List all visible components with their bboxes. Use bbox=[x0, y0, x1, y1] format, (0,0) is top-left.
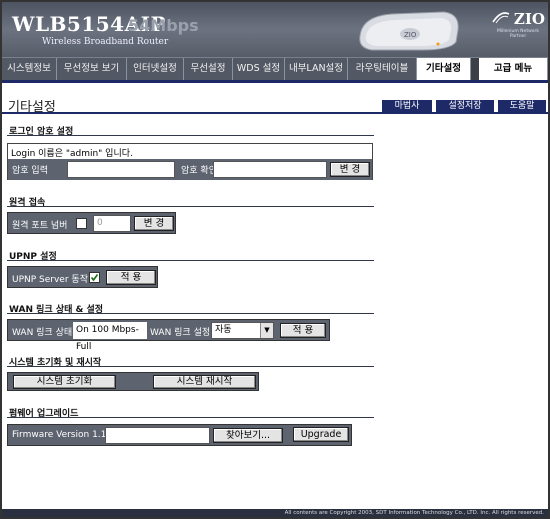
wan-status-value: On 100 Mbps-Full bbox=[73, 322, 147, 352]
section-divider bbox=[7, 260, 374, 261]
checkmark-icon bbox=[90, 274, 99, 282]
wan-setting-value: 자동 bbox=[215, 325, 232, 335]
svg-text:ZIO: ZIO bbox=[404, 31, 417, 39]
login-notice: Login 이름은 "admin" 입니다. bbox=[11, 149, 133, 159]
nav-separator bbox=[471, 58, 479, 80]
login-panel: Login 이름은 "admin" 입니다. 암호 입력 암호 확인 변 경 bbox=[7, 143, 373, 180]
zio-logo: ZIO Millenium Network Partner bbox=[490, 10, 546, 50]
remote-change-button[interactable]: 변 경 bbox=[134, 216, 174, 231]
copyright-footer: All contents are Copyright 2003, SDT Inf… bbox=[2, 509, 548, 517]
brand-subtitle: Wireless Broadband Router bbox=[42, 37, 169, 47]
password-input[interactable] bbox=[67, 161, 175, 178]
upnp-panel: UPNP Server 동작 적 용 bbox=[7, 266, 158, 288]
nav-tab-system-info[interactable]: 시스템정보 bbox=[2, 58, 57, 80]
system-restart-button[interactable]: 시스템 재시작 bbox=[153, 375, 256, 389]
remote-enable-checkbox[interactable] bbox=[76, 218, 87, 229]
zio-logo-text: ZIO bbox=[513, 10, 545, 28]
remote-port-input[interactable]: 0 bbox=[93, 215, 131, 232]
password-label: 암호 입력 bbox=[12, 166, 48, 176]
section-divider bbox=[7, 417, 374, 418]
firmware-panel: Firmware Version 1.16 찾아보기... Upgrade bbox=[7, 424, 352, 446]
wan-setting-label: WAN 링크 설정 bbox=[150, 328, 211, 338]
header-banner: WLB5154AIP 54Mbps Wireless Broadband Rou… bbox=[2, 2, 548, 57]
nav-tab-other-settings[interactable]: 기타설정 bbox=[417, 58, 471, 80]
remote-port-label: 원격 포트 넘버 bbox=[12, 221, 68, 231]
wan-setting-select[interactable]: 자동 ▼ bbox=[211, 322, 274, 339]
section-divider bbox=[7, 313, 374, 314]
wan-apply-button[interactable]: 적 용 bbox=[280, 323, 326, 338]
router-device-image: ZIO bbox=[359, 11, 459, 51]
brand-speed: 54Mbps bbox=[128, 16, 199, 35]
nav-underline bbox=[2, 80, 548, 83]
nav-tab-wireless-info[interactable]: 무선정보 보기 bbox=[57, 58, 127, 80]
password-change-button[interactable]: 변 경 bbox=[330, 162, 370, 177]
firmware-browse-button[interactable]: 찾아보기... bbox=[213, 428, 283, 443]
nav-tab-internet-settings[interactable]: 인터넷설정 bbox=[127, 58, 184, 80]
firmware-upgrade-button[interactable]: Upgrade bbox=[293, 427, 349, 442]
title-divider bbox=[2, 112, 548, 114]
nav-advanced-menu[interactable]: 고급 메뉴 bbox=[479, 58, 548, 80]
zio-swoosh-icon bbox=[492, 12, 510, 24]
wan-status-label: WAN 링크 상태 bbox=[12, 328, 73, 338]
login-row: 암호 입력 암호 확인 변 경 bbox=[8, 159, 372, 180]
upnp-label: UPNP Server 동작 bbox=[12, 275, 88, 285]
system-reset-button[interactable]: 시스템 초기화 bbox=[13, 375, 116, 389]
remote-panel: 원격 포트 넘버 0 변 경 bbox=[7, 212, 176, 234]
confirm-password-input[interactable] bbox=[213, 161, 327, 178]
upnp-enable-checkbox[interactable] bbox=[89, 272, 100, 283]
nav-tab-wds-settings[interactable]: WDS 설정 bbox=[233, 58, 285, 80]
firmware-file-input[interactable] bbox=[105, 427, 210, 444]
section-divider bbox=[7, 366, 374, 367]
nav-tab-lan-settings[interactable]: 내부LAN설정 bbox=[285, 58, 348, 80]
system-panel: 시스템 초기화 시스템 재시작 bbox=[7, 372, 259, 391]
confirm-password-label: 암호 확인 bbox=[181, 166, 217, 176]
chevron-down-icon: ▼ bbox=[260, 323, 273, 338]
wan-panel: WAN 링크 상태 On 100 Mbps-Full WAN 링크 설정 자동 … bbox=[7, 319, 330, 352]
main-nav: 시스템정보 무선정보 보기 인터넷설정 무선설정 WDS 설정 내부LAN설정 … bbox=[2, 57, 548, 80]
upnp-apply-button[interactable]: 적 용 bbox=[106, 270, 156, 285]
zio-tagline: Millenium Network Partner bbox=[497, 29, 539, 39]
nav-tab-wireless-settings[interactable]: 무선설정 bbox=[184, 58, 233, 80]
nav-tab-routing-table[interactable]: 라우팅테이블 bbox=[348, 58, 417, 80]
firmware-version-label: Firmware Version 1.16 bbox=[12, 430, 113, 440]
section-divider bbox=[7, 135, 374, 136]
section-divider bbox=[7, 206, 374, 207]
